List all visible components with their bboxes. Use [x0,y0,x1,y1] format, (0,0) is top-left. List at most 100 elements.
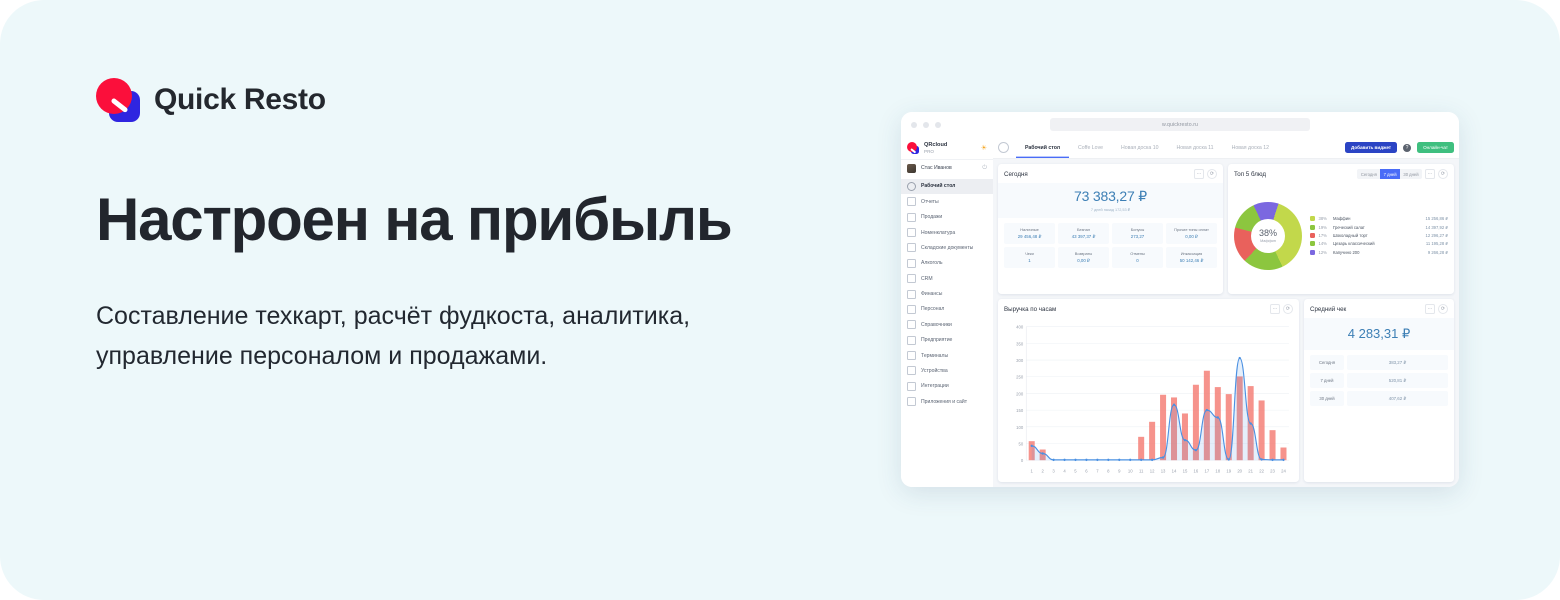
average-check-row: 7 дней 520,81 ₽ [1310,373,1448,388]
metric-value: 0 [1136,257,1139,263]
sidebar-item-1[interactable]: Отчеты [901,194,993,209]
sidebar-item-10[interactable]: Предприятие [901,332,993,347]
svg-text:0: 0 [1021,458,1024,463]
period-option[interactable]: 30 дней [1399,169,1422,179]
row-label: 7 дней [1310,373,1344,388]
sidebar-item-9[interactable]: Справочники [901,317,993,332]
today-metric: Прочие типы оплат 0,00 ₽ [1166,222,1217,244]
average-check-row: 30 дней 407,62 ₽ [1310,391,1448,406]
refresh-icon[interactable]: ⟳ [1438,169,1448,179]
quick-resto-logo-icon [96,78,140,122]
today-metric: Возвраты 0,00 ₽ [1058,246,1109,268]
sidebar-item-label: Складские документы [921,244,974,251]
address-bar-url: w.quickresto.ru [1161,121,1199,128]
refresh-icon[interactable] [998,142,1009,153]
svg-text:23: 23 [1270,468,1275,473]
online-chat-button[interactable]: Онлайн-чат [1417,141,1454,154]
period-option[interactable]: Сегодня [1357,169,1381,179]
sidebar-item-7[interactable]: Финансы [901,286,993,301]
close-icon[interactable] [911,121,917,128]
sidebar-item-8[interactable]: Персонал [901,302,993,317]
sidebar-user-row[interactable]: Стас Иванов ⏻ [901,158,993,177]
sidebar-item-14[interactable]: Приложения и сайт [901,394,993,409]
metric-value: 50 142,46 ₽ [1179,257,1204,263]
legend-label: Цезарь классический [1333,241,1375,247]
legend-item: 17% Шоколадный торт 12 296,27 ₽ [1310,233,1448,238]
dashboard-canvas: Сегодня ··· ⟳ 73 383,27 ₽ 7 дней назад 1… [993,159,1459,487]
maximize-icon[interactable] [935,121,941,128]
legend-amount: 12 296,27 ₽ [1425,233,1448,238]
svg-text:7: 7 [1096,468,1099,473]
hero-left-column: Quick Resto Настроен на прибыль Составле… [96,72,856,377]
sidebar-item-2[interactable]: Продажи [901,209,993,224]
legend-item: 38% Маффин 15 256,86 ₽ [1310,216,1448,222]
legend-percent: 14% [1318,241,1327,247]
legend-item: 12% Капучино 200 9 266,28 ₽ [1310,249,1448,255]
sidebar-item-12[interactable]: Устройства [901,363,993,378]
svg-text:15: 15 [1183,468,1188,473]
sidebar-item-3[interactable]: Номенклатура [901,225,993,240]
metric-value: 1 [1028,257,1031,263]
svg-text:20: 20 [1237,468,1242,473]
minimize-icon[interactable] [923,121,929,128]
sidebar-item-label: Справочники [921,321,952,328]
svg-text:50: 50 [1018,441,1023,446]
metric-label: Безнал [1077,226,1090,232]
tab-2[interactable]: Новая доска 10 [1112,137,1167,158]
tab-0[interactable]: Рабочий стол [1016,137,1069,158]
svg-text:9: 9 [1118,468,1121,473]
app-sidebar: QRcloud PRO ☀ Стас Иванов ⏻ Рабочий стол… [901,137,993,487]
power-icon[interactable]: ⏻ [982,165,987,172]
tab-3[interactable]: Новая доска 11 [1168,137,1223,158]
top5-legend: 38% Маффин 15 256,86 ₽ 19% Греческий салат 14… [1310,216,1448,255]
legend-amount: 14 397,92 ₽ [1425,224,1448,230]
sales-icon [907,212,916,222]
warehouse-icon [907,243,916,253]
sidebar-item-11[interactable]: Терминалы [901,348,993,363]
legend-label: Маффин [1333,216,1351,222]
help-icon[interactable]: ? [1403,143,1412,152]
today-metric: Наличные 29 456,48 ₽ [1004,222,1055,244]
today-total-block: 73 383,27 ₽ 7 дней назад 172,53 ₽ [998,183,1223,218]
theme-toggle-icon[interactable]: ☀ [981,145,987,152]
add-widget-button[interactable]: Добавить виджет [1345,141,1398,154]
browser-chrome-bar: w.quickresto.ru [901,112,1459,137]
legend-amount: 9 266,28 ₽ [1427,249,1448,255]
sidebar-item-label: Терминалы [921,352,949,359]
period-option[interactable]: 7 дней [1380,169,1400,179]
today-metrics-grid: Наличные 29 456,48 ₽ Безнал 43 397,37 ₽ Бону… [998,218,1223,274]
svg-text:22: 22 [1259,468,1264,473]
more-options-icon[interactable]: ··· [1425,304,1435,314]
sidebar-item-4[interactable]: Складские документы [901,240,993,255]
desktop-icon [907,181,916,191]
metric-label: Инкассация [1180,250,1203,256]
average-check-total-block: 4 283,31 ₽ [1304,318,1454,350]
metric-value: 29 456,48 ₽ [1017,233,1042,239]
svg-text:350: 350 [1016,341,1024,346]
brand-name: Quick Resto [154,83,326,116]
sidebar-item-5[interactable]: Алкоголь [901,256,993,271]
top5-card: Топ 5 блюд Сегодня7 дней30 дней ··· ⟳ [1228,164,1454,294]
sidebar-nav: Рабочий стол Отчеты Продажи Номенклатура Скл… [901,177,993,410]
sidebar-item-6[interactable]: CRM [901,271,993,286]
more-options-icon[interactable]: ··· [1425,169,1435,179]
svg-text:100: 100 [1016,425,1024,430]
more-options-icon[interactable]: ··· [1194,169,1204,179]
more-options-icon[interactable]: ··· [1270,304,1280,314]
refresh-icon[interactable]: ⟳ [1207,169,1217,179]
finance-icon [907,289,916,299]
sidebar-item-13[interactable]: Интеграции [901,379,993,394]
crm-icon [907,274,916,284]
tab-1[interactable]: Coffe Love [1069,137,1112,158]
address-bar[interactable]: w.quickresto.ru [1050,118,1310,131]
svg-text:13: 13 [1161,468,1166,473]
sidebar-item-label: CRM [921,275,933,282]
refresh-icon[interactable]: ⟳ [1438,304,1448,314]
legend-item: 14% Цезарь классический 11 195,28 ₽ [1310,241,1448,247]
svg-text:6: 6 [1085,468,1088,473]
sidebar-brand-name: QRcloud [924,142,948,148]
app-topbar: Рабочий стол Coffe Love Новая доска 10 Нова… [993,137,1459,159]
refresh-icon[interactable]: ⟳ [1283,304,1293,314]
tab-4[interactable]: Новая доска 12 [1223,137,1278,158]
sidebar-item-0[interactable]: Рабочий стол [901,178,993,195]
